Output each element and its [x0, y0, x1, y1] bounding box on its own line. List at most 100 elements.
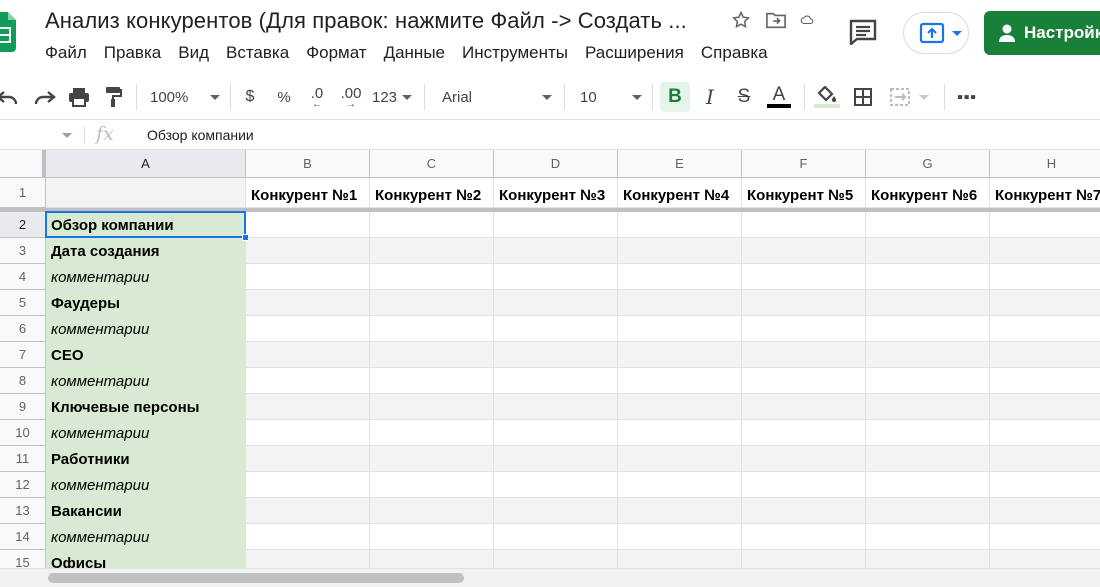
cell-h11[interactable] [990, 446, 1100, 472]
cell-c4[interactable] [370, 264, 494, 290]
cell-f6[interactable] [742, 316, 866, 342]
redo-icon[interactable] [32, 82, 58, 112]
cell-g8[interactable] [866, 368, 990, 394]
row-header-10[interactable]: 10 [0, 420, 46, 446]
cell-h5[interactable] [990, 290, 1100, 316]
cell-h12[interactable] [990, 472, 1100, 498]
row-header-13[interactable]: 13 [0, 498, 46, 524]
cell-e13[interactable] [618, 498, 742, 524]
cell-e9[interactable] [618, 394, 742, 420]
cell-d6[interactable] [494, 316, 618, 342]
row-header-6[interactable]: 6 [0, 316, 46, 342]
bold-button[interactable]: B [660, 82, 690, 112]
column-header-f[interactable]: F [742, 150, 866, 178]
cell-c5[interactable] [370, 290, 494, 316]
cell-h6[interactable] [990, 316, 1100, 342]
cell-h4[interactable] [990, 264, 1100, 290]
cell-d9[interactable] [494, 394, 618, 420]
frozen-row-divider[interactable] [0, 208, 1100, 212]
cell-e12[interactable] [618, 472, 742, 498]
row-header-5[interactable]: 5 [0, 290, 46, 316]
row-header-11[interactable]: 11 [0, 446, 46, 472]
cell-f10[interactable] [742, 420, 866, 446]
cell-b2[interactable] [246, 212, 370, 238]
cell-c9[interactable] [370, 394, 494, 420]
document-title[interactable]: Анализ конкурентов (Для правок: нажмите … [45, 8, 687, 34]
cell-d4[interactable] [494, 264, 618, 290]
cell-g2[interactable] [866, 212, 990, 238]
cell-f12[interactable] [742, 472, 866, 498]
menu-data[interactable]: Данные [384, 43, 445, 63]
row-header-9[interactable]: 9 [0, 394, 46, 420]
font-size-select[interactable]: 10 [580, 82, 642, 112]
menu-file[interactable]: Файл [45, 43, 87, 63]
decrease-decimal-button[interactable]: .0 ← [304, 82, 330, 112]
cell-b1[interactable]: Конкурент №1 [246, 178, 370, 208]
cell-c6[interactable] [370, 316, 494, 342]
menu-edit[interactable]: Правка [104, 43, 161, 63]
cell-h3[interactable] [990, 238, 1100, 264]
italic-button[interactable]: I [698, 82, 722, 112]
cell-b12[interactable] [246, 472, 370, 498]
cell-c3[interactable] [370, 238, 494, 264]
share-button[interactable]: Настройки [984, 11, 1100, 55]
cell-a11[interactable]: Работники [46, 446, 246, 472]
cell-g7[interactable] [866, 342, 990, 368]
row-header-4[interactable]: 4 [0, 264, 46, 290]
cell-d2[interactable] [494, 212, 618, 238]
cell-e14[interactable] [618, 524, 742, 550]
column-header-e[interactable]: E [618, 150, 742, 178]
cell-a12[interactable]: комментарии [46, 472, 246, 498]
cell-d10[interactable] [494, 420, 618, 446]
cell-f2[interactable] [742, 212, 866, 238]
cell-h10[interactable] [990, 420, 1100, 446]
cell-b4[interactable] [246, 264, 370, 290]
fill-handle[interactable] [242, 234, 249, 241]
paint-format-icon[interactable] [100, 82, 126, 112]
cell-b7[interactable] [246, 342, 370, 368]
strikethrough-button[interactable]: S [732, 82, 756, 112]
cell-a10[interactable]: комментарии [46, 420, 246, 446]
cell-g13[interactable] [866, 498, 990, 524]
cell-h8[interactable] [990, 368, 1100, 394]
cell-c13[interactable] [370, 498, 494, 524]
cell-e7[interactable] [618, 342, 742, 368]
more-options-icon[interactable]: ⋮ [951, 85, 981, 109]
cell-c10[interactable] [370, 420, 494, 446]
menu-view[interactable]: Вид [178, 43, 209, 63]
cell-a8[interactable]: комментарии [46, 368, 246, 394]
sheets-logo-icon[interactable] [0, 12, 16, 52]
cell-d7[interactable] [494, 342, 618, 368]
cell-h9[interactable] [990, 394, 1100, 420]
cell-d1[interactable]: Конкурент №3 [494, 178, 618, 208]
cell-a4[interactable]: комментарии [46, 264, 246, 290]
row-header-3[interactable]: 3 [0, 238, 46, 264]
cell-b5[interactable] [246, 290, 370, 316]
fill-color-button[interactable] [812, 82, 842, 112]
present-button[interactable] [903, 12, 969, 54]
cell-c1[interactable]: Конкурент №2 [370, 178, 494, 208]
cell-e4[interactable] [618, 264, 742, 290]
cell-b10[interactable] [246, 420, 370, 446]
cell-d3[interactable] [494, 238, 618, 264]
cell-c2[interactable] [370, 212, 494, 238]
cell-a6[interactable]: комментарии [46, 316, 246, 342]
cell-b13[interactable] [246, 498, 370, 524]
cell-d8[interactable] [494, 368, 618, 394]
zoom-select[interactable]: 100% [150, 82, 220, 112]
column-header-g[interactable]: G [866, 150, 990, 178]
cell-c14[interactable] [370, 524, 494, 550]
star-icon[interactable] [730, 9, 752, 31]
select-all-corner[interactable] [0, 150, 46, 178]
cell-d12[interactable] [494, 472, 618, 498]
cell-b8[interactable] [246, 368, 370, 394]
cell-a14[interactable]: комментарии [46, 524, 246, 550]
name-box-dropdown[interactable] [56, 128, 78, 142]
cell-e5[interactable] [618, 290, 742, 316]
column-header-b[interactable]: B [246, 150, 370, 178]
cell-a9[interactable]: Ключевые персоны [46, 394, 246, 420]
font-select[interactable]: Arial [442, 82, 552, 112]
comment-history-icon[interactable] [848, 19, 878, 45]
cell-f7[interactable] [742, 342, 866, 368]
scrollbar-thumb[interactable] [48, 573, 464, 583]
